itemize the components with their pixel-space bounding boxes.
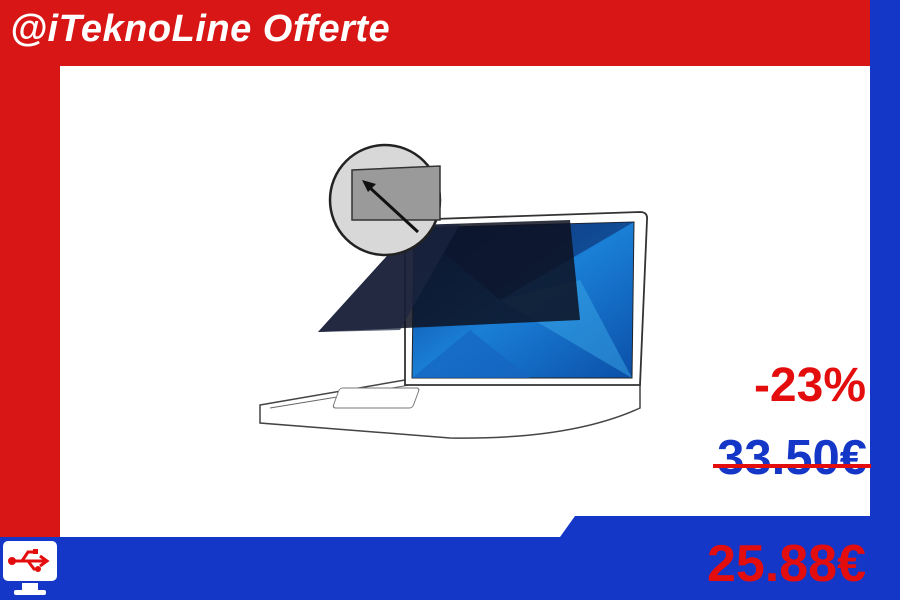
old-price-value: 33.50€	[717, 431, 867, 485]
brand-title: @iTeknoLine Offerte	[10, 8, 391, 50]
usb-monitor-icon	[3, 541, 57, 595]
new-price: 25.88€	[706, 535, 866, 593]
left-band	[0, 0, 60, 540]
old-price: 33.50€	[713, 430, 871, 486]
product-illustration	[259, 143, 649, 439]
right-band	[870, 0, 900, 600]
discount-label: -23%	[753, 359, 866, 412]
strikethrough-line	[713, 464, 871, 468]
